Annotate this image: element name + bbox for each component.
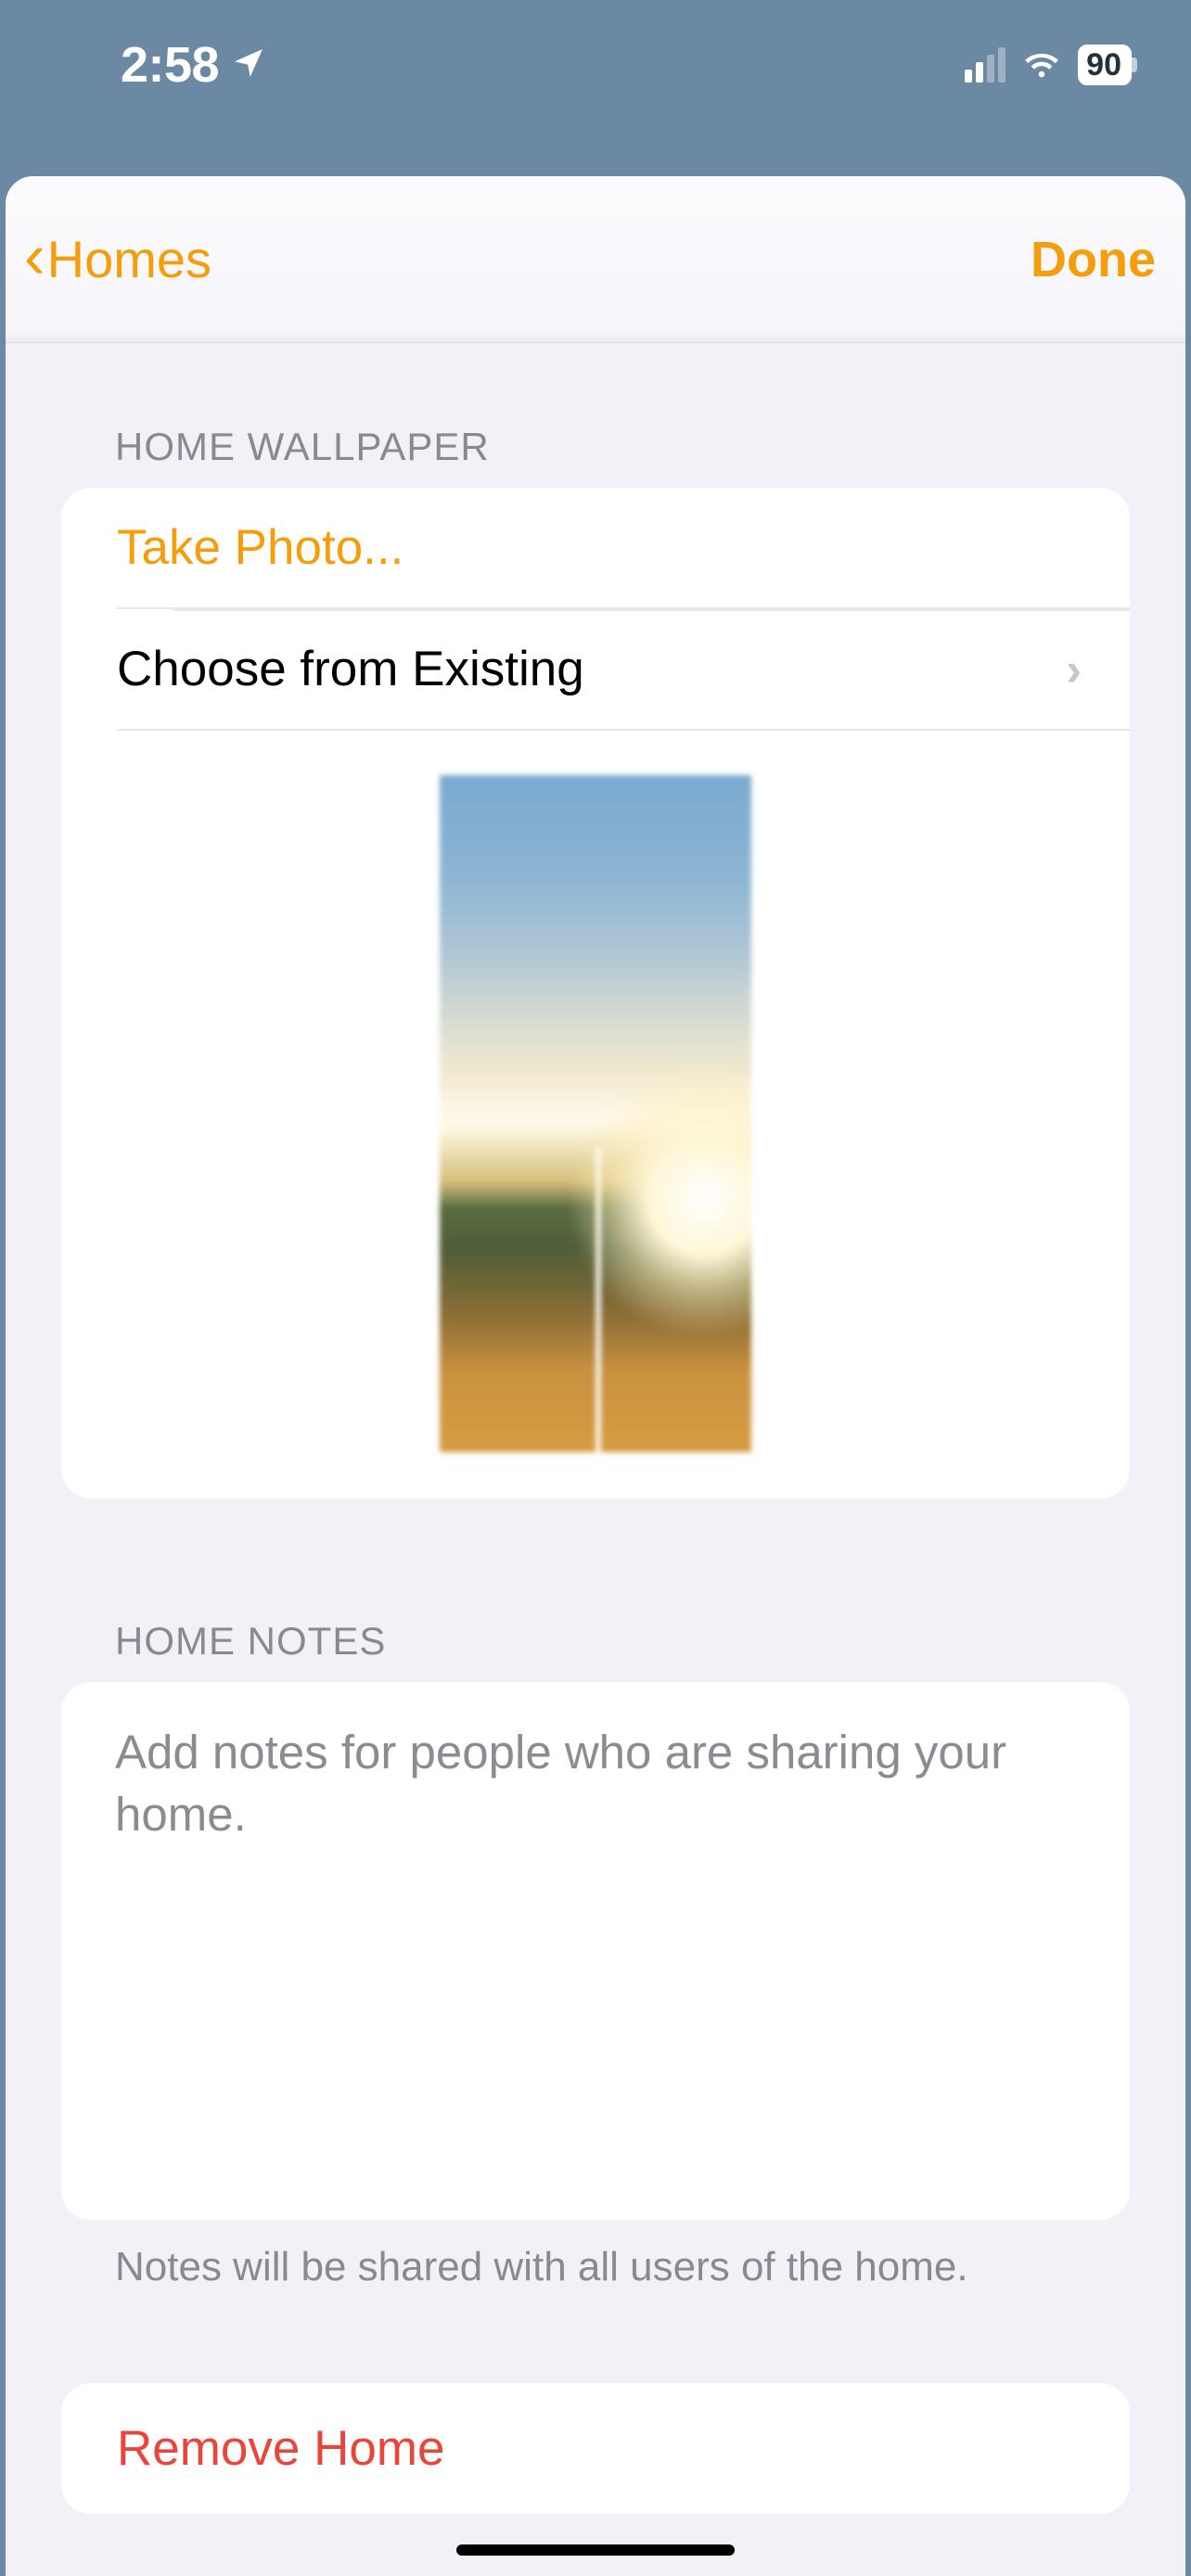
nav-header: ‹ Homes Done [6, 176, 1185, 343]
choose-existing-label: Choose from Existing [117, 641, 584, 697]
wallpaper-card: Take Photo... Choose from Existing › [61, 488, 1130, 1498]
status-right: 90 [965, 42, 1132, 89]
remove-home-button[interactable]: Remove Home [61, 2383, 1130, 2514]
take-photo-label: Take Photo... [117, 519, 403, 576]
location-icon [230, 36, 267, 94]
notes-footer: Notes will be shared with all users of t… [115, 2244, 1130, 2290]
wallpaper-preview[interactable] [440, 775, 751, 1452]
wallpaper-section-label: HOME WALLPAPER [115, 425, 1130, 469]
home-indicator[interactable] [456, 2544, 735, 2556]
back-label: Homes [47, 229, 211, 289]
take-photo-row[interactable]: Take Photo... [61, 488, 1130, 607]
status-time: 2:58 [121, 36, 219, 94]
chevron-right-icon: › [1066, 643, 1100, 696]
done-button[interactable]: Done [1031, 231, 1156, 288]
battery-icon: 90 [1078, 45, 1132, 85]
chevron-left-icon: ‹ [24, 224, 45, 287]
wallpaper-preview-wrap [61, 729, 1130, 1498]
remove-home-card: Remove Home [61, 2383, 1130, 2514]
choose-existing-row[interactable]: Choose from Existing › [117, 607, 1130, 729]
back-button[interactable]: ‹ Homes [24, 228, 211, 291]
status-bar: 2:58 90 [0, 0, 1191, 130]
notes-section-label: HOME NOTES [115, 1619, 1130, 1664]
cellular-icon [965, 47, 1005, 83]
notes-placeholder: Add notes for people who are sharing you… [115, 1721, 1076, 1846]
status-left: 2:58 [121, 36, 267, 94]
wifi-icon [1020, 42, 1063, 89]
notes-card[interactable]: Add notes for people who are sharing you… [61, 1682, 1130, 2220]
battery-level: 90 [1086, 49, 1121, 81]
modal-sheet: ‹ Homes Done HOME WALLPAPER Take Photo..… [6, 176, 1185, 2576]
content: HOME WALLPAPER Take Photo... Choose from… [6, 343, 1185, 2576]
